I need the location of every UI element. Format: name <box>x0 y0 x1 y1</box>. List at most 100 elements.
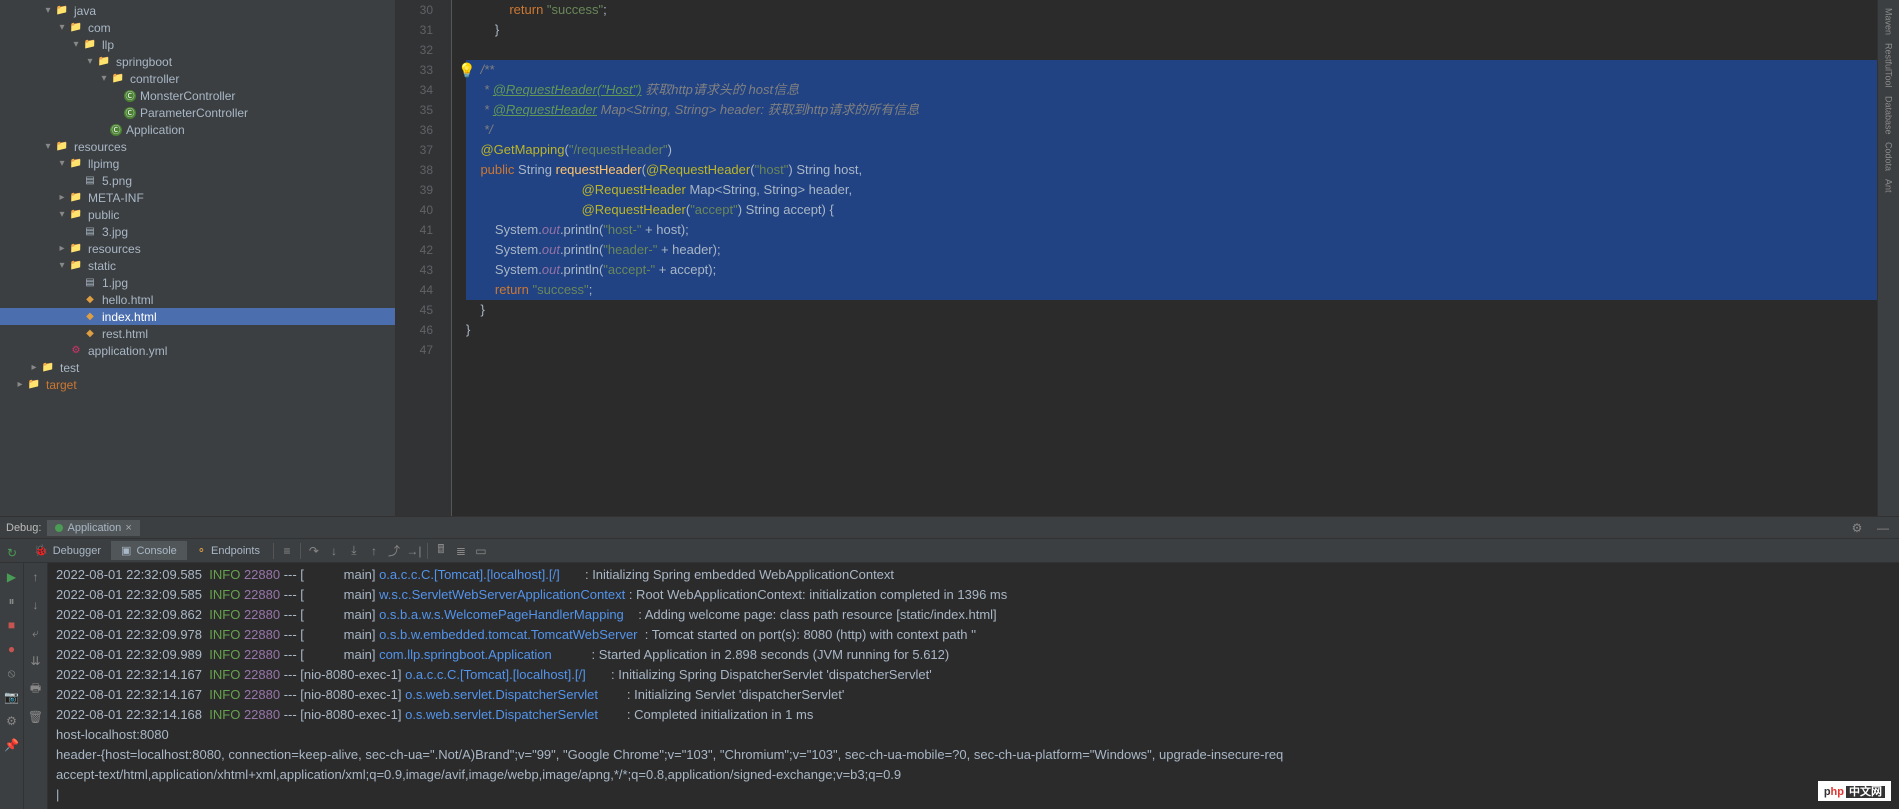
tree-item-hello-html[interactable]: ◆hello.html <box>0 291 395 308</box>
code-line[interactable]: System.out.println("accept-" + accept); <box>466 260 1877 280</box>
rail-codota[interactable]: Codota <box>1884 138 1894 175</box>
layout-icon[interactable]: ▭ <box>471 541 491 561</box>
line-number[interactable]: 35 <box>396 100 433 120</box>
chevron-icon[interactable]: ▾ <box>98 73 110 84</box>
tree-item-test[interactable]: ▸📁test <box>0 359 395 376</box>
code-line[interactable]: /** <box>466 60 1877 80</box>
code-line[interactable]: } <box>466 320 1877 340</box>
pin-icon[interactable]: 📌 <box>2 735 22 755</box>
code-line[interactable]: return "success"; <box>466 0 1877 20</box>
pause-icon[interactable]: ⏸ <box>2 591 22 611</box>
run-config-tab[interactable]: Application × <box>47 520 139 536</box>
chevron-icon[interactable]: ▾ <box>42 5 54 16</box>
line-number[interactable]: 46 <box>396 320 433 340</box>
force-step-into-icon[interactable]: ⤓ <box>344 541 364 561</box>
camera-icon[interactable]: 📷 <box>2 687 22 707</box>
wrap-icon[interactable]: ⤶ <box>26 623 46 643</box>
code-line[interactable]: @RequestHeader Map<String, String> heade… <box>466 180 1877 200</box>
tree-item-monstercontroller[interactable]: ⒸMonsterController <box>0 87 395 104</box>
code-line[interactable]: System.out.println("header-" + header); <box>466 240 1877 260</box>
line-number[interactable]: 47 <box>396 340 433 360</box>
line-number[interactable]: 31 <box>396 20 433 40</box>
tree-item-controller[interactable]: ▾📁controller <box>0 70 395 87</box>
resume-icon[interactable]: ▶ <box>2 567 22 587</box>
stop-icon[interactable]: ■ <box>2 615 22 635</box>
code-line[interactable]: } <box>466 20 1877 40</box>
tree-item-5-png[interactable]: ▤5.png <box>0 172 395 189</box>
line-number[interactable]: 37 <box>396 140 433 160</box>
code-line[interactable]: * @RequestHeader("Host") 获取http请求头的 host… <box>466 80 1877 100</box>
tree-item-resources[interactable]: ▸📁resources <box>0 240 395 257</box>
code-line[interactable] <box>466 40 1877 60</box>
step-over-icon[interactable]: ↷ <box>304 541 324 561</box>
line-number[interactable]: 42 <box>396 240 433 260</box>
code-line[interactable]: return "success"; <box>466 280 1877 300</box>
tree-item-application-yml[interactable]: ⚙application.yml <box>0 342 395 359</box>
tree-item-public[interactable]: ▾📁public <box>0 206 395 223</box>
evaluate-icon[interactable]: 🖩 <box>431 541 451 561</box>
tree-item-1-jpg[interactable]: ▤1.jpg <box>0 274 395 291</box>
rail-restfultool[interactable]: RestfulTool <box>1884 39 1894 92</box>
chevron-icon[interactable]: ▾ <box>56 158 68 169</box>
tab-debugger[interactable]: 🐞 Debugger <box>24 541 111 560</box>
code-line[interactable]: public String requestHeader(@RequestHead… <box>466 160 1877 180</box>
up-icon[interactable]: ↑ <box>26 567 46 587</box>
rail-ant[interactable]: Ant <box>1884 175 1894 197</box>
step-into-icon[interactable]: ↓ <box>324 541 344 561</box>
tree-item-static[interactable]: ▾📁static <box>0 257 395 274</box>
editor[interactable]: 303132333435363738394041424344454647 💡 r… <box>396 0 1877 516</box>
code-line[interactable] <box>466 340 1877 360</box>
chevron-icon[interactable]: ▾ <box>42 141 54 152</box>
chevron-icon[interactable]: ▸ <box>56 192 68 203</box>
line-number[interactable]: 44 <box>396 280 433 300</box>
chevron-icon[interactable]: ▸ <box>56 243 68 254</box>
tree-item-target[interactable]: ▸📁target <box>0 376 395 393</box>
code-line[interactable]: @GetMapping("/requestHeader") <box>466 140 1877 160</box>
code-line[interactable]: } <box>466 300 1877 320</box>
line-number[interactable]: 40 <box>396 200 433 220</box>
clear-icon[interactable]: 🗑 <box>26 707 46 727</box>
scroll-end-icon[interactable]: ⇊ <box>26 651 46 671</box>
tree-item-application[interactable]: ⒸApplication <box>0 121 395 138</box>
tab-console[interactable]: ▣ Console <box>111 541 187 560</box>
tree-item-meta-inf[interactable]: ▸📁META-INF <box>0 189 395 206</box>
trace-icon[interactable]: ≣ <box>451 541 471 561</box>
breakpoints-icon[interactable]: ● <box>2 639 22 659</box>
minimize-icon[interactable]: — <box>1873 518 1893 538</box>
code-line[interactable]: */ <box>466 120 1877 140</box>
tree-item-java[interactable]: ▾📁java <box>0 2 395 19</box>
project-tree[interactable]: ▾📁java▾📁com▾📁llp▾📁springboot▾📁controller… <box>0 0 396 516</box>
chevron-icon[interactable]: ▾ <box>84 56 96 67</box>
intention-bulb-icon[interactable]: 💡 <box>458 60 475 80</box>
line-number[interactable]: 41 <box>396 220 433 240</box>
tree-item-llp[interactable]: ▾📁llp <box>0 36 395 53</box>
tree-item-3-jpg[interactable]: ▤3.jpg <box>0 223 395 240</box>
line-number[interactable]: 39 <box>396 180 433 200</box>
tab-endpoints[interactable]: ⚬ Endpoints <box>187 541 270 560</box>
line-number[interactable]: 32 <box>396 40 433 60</box>
code-area[interactable]: 💡 return "success"; } /** * @RequestHead… <box>452 0 1877 516</box>
mute-breakpoints-icon[interactable]: ⦸ <box>2 663 22 683</box>
gear-icon[interactable]: ⚙ <box>1847 518 1867 538</box>
tree-item-llpimg[interactable]: ▾📁llpimg <box>0 155 395 172</box>
code-line[interactable]: * @RequestHeader Map<String, String> hea… <box>466 100 1877 120</box>
settings-icon[interactable]: ⚙ <box>2 711 22 731</box>
rail-maven[interactable]: Maven <box>1884 4 1894 39</box>
line-number[interactable]: 36 <box>396 120 433 140</box>
chevron-icon[interactable]: ▾ <box>56 260 68 271</box>
down-icon[interactable]: ↓ <box>26 595 46 615</box>
chevron-icon[interactable]: ▸ <box>28 362 40 373</box>
line-number[interactable]: 38 <box>396 160 433 180</box>
tree-item-springboot[interactable]: ▾📁springboot <box>0 53 395 70</box>
rail-database[interactable]: Database <box>1884 92 1894 139</box>
chevron-icon[interactable]: ▾ <box>70 39 82 50</box>
drop-frame-icon[interactable]: ⤴ <box>384 541 404 561</box>
tree-item-resources[interactable]: ▾📁resources <box>0 138 395 155</box>
run-to-cursor-icon[interactable]: →| <box>404 541 424 561</box>
tree-item-index-html[interactable]: ◆index.html <box>0 308 395 325</box>
line-number[interactable]: 45 <box>396 300 433 320</box>
tree-item-rest-html[interactable]: ◆rest.html <box>0 325 395 342</box>
line-number[interactable]: 43 <box>396 260 433 280</box>
close-icon[interactable]: × <box>125 522 131 534</box>
chevron-icon[interactable]: ▾ <box>56 22 68 33</box>
